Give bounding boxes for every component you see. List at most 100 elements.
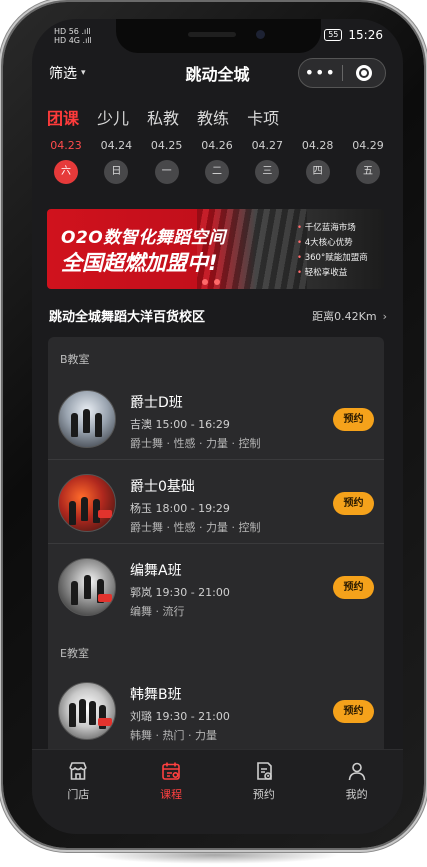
course-tags: 爵士舞 · 性感 · 力量 · 控制	[130, 521, 261, 534]
brand-tag-icon	[98, 594, 112, 602]
store-header[interactable]: 跳动全城舞蹈大洋百货校区 距离0.42Km ›	[49, 306, 387, 326]
course-coach-time: 杨玉 18:00 - 19:29	[130, 502, 230, 515]
dancer-figure	[83, 409, 90, 433]
dancer-figure	[69, 703, 76, 727]
date-label: 04.28	[301, 139, 334, 152]
course-coach-time: 吉澳 15:00 - 16:29	[130, 418, 230, 431]
store-name: 跳动全城舞蹈大洋百货校区	[49, 310, 206, 325]
course-tags: 爵士舞 · 性感 · 力量 · 控制	[130, 437, 261, 450]
signal-line-1: HD 56 .ıll	[54, 27, 91, 36]
tabbar-label: 我的	[345, 788, 368, 801]
course-tags: 韩舞 · 热门 · 力量	[130, 729, 217, 742]
speaker-grille	[188, 32, 236, 37]
dancer-figure	[71, 413, 78, 437]
date-item[interactable]: 04.26 二	[195, 139, 239, 184]
store-distance: 距离0.42Km ›	[312, 308, 387, 324]
chevron-right-icon: ›	[382, 309, 387, 323]
tabbar-label: 课程	[160, 788, 183, 801]
date-label: 04.27	[251, 139, 284, 152]
dancer-figure	[69, 501, 76, 525]
navbar: 筛选 ▾ 跳动全城 •••	[32, 55, 403, 89]
mini-program-capsule: •••	[298, 58, 386, 88]
course-thumbnail	[58, 682, 116, 740]
date-label: 04.23	[50, 139, 82, 152]
franchise-banner[interactable]: O2O数智化舞蹈空间 全国超燃加盟中! 千亿蓝海市场 4大核心优势 360°赋能…	[47, 209, 384, 289]
status-signal: HD 56 .ıll HD 4G .ıll	[54, 27, 92, 45]
dancer-figure	[95, 413, 102, 437]
tab-group-class[interactable]: 团课	[47, 105, 79, 129]
brand-tag-icon	[98, 718, 112, 726]
course-thumbnail	[58, 474, 116, 532]
course-thumbnail	[58, 390, 116, 448]
phone-shadow	[90, 846, 340, 864]
status-right: 55 15:26	[324, 28, 383, 42]
banner-indicator	[214, 279, 220, 285]
banner-bullet: 轻松享收益	[297, 266, 368, 281]
tab-private[interactable]: 私教	[147, 105, 179, 129]
tab-kids[interactable]: 少儿	[97, 105, 129, 129]
date-item[interactable]: 04.28 四	[296, 139, 340, 184]
target-icon	[355, 65, 372, 81]
divider	[48, 459, 384, 460]
date-label: 04.26	[201, 139, 233, 152]
app-screen: HD 56 .ıll HD 4G .ıll 55 15:26 筛选 ▾ 跳动全城…	[32, 19, 403, 834]
banner-subheadline: 全国超燃加盟中!	[61, 251, 218, 275]
course-card[interactable]: 爵士D班 吉澳 15:00 - 16:29 爵士舞 · 性感 · 力量 · 控制…	[48, 378, 384, 460]
banner-indicator	[202, 279, 208, 285]
course-card[interactable]: 编舞A班 郭岚 19:30 - 21:00 编舞 · 流行 预约	[48, 546, 384, 628]
course-card[interactable]: 韩舞B班 刘璐 19:30 - 21:00 韩舞 · 热门 · 力量 预约	[48, 670, 384, 752]
banner-headline: O2O数智化舞蹈空间	[61, 228, 226, 248]
calendar-icon	[160, 760, 182, 782]
date-item[interactable]: 04.23 六	[44, 139, 88, 184]
dancer-figure	[71, 581, 78, 605]
tab-coach[interactable]: 教练	[197, 105, 229, 129]
store-icon	[67, 760, 89, 782]
book-button[interactable]: 预约	[333, 700, 374, 723]
tabbar-item-booking[interactable]: 预约	[218, 750, 311, 834]
banner-bullet: 千亿蓝海市场	[297, 221, 368, 236]
date-selector: 04.23 六 04.24 日 04.25 一 04.26 二 04.27 三 …	[44, 139, 390, 184]
book-button[interactable]: 预约	[333, 408, 374, 431]
book-button[interactable]: 预约	[333, 576, 374, 599]
phone-frame: HD 56 .ıll HD 4G .ıll 55 15:26 筛选 ▾ 跳动全城…	[3, 2, 424, 848]
tabbar-label: 预约	[252, 788, 275, 801]
dancer-figure	[84, 575, 91, 599]
date-label: 04.25	[150, 139, 183, 152]
clock: 15:26	[348, 28, 383, 42]
tabbar-item-courses[interactable]: 课程	[125, 750, 218, 834]
distance-label: 距离0.42Km	[312, 309, 377, 323]
date-label: 04.29	[352, 139, 384, 152]
date-item[interactable]: 04.25 一	[145, 139, 189, 184]
weekday-badge: 四	[305, 160, 330, 184]
course-card[interactable]: 爵士0基础 杨玉 18:00 - 19:29 爵士舞 · 性感 · 力量 · 控…	[48, 462, 384, 544]
dancer-figure	[89, 701, 96, 725]
divider	[48, 543, 384, 544]
book-button[interactable]: 预约	[333, 492, 374, 515]
date-item[interactable]: 04.27 三	[245, 139, 289, 184]
tabbar-item-store[interactable]: 门店	[32, 750, 125, 834]
banner-bullets: 千亿蓝海市场 4大核心优势 360°赋能加盟商 轻松享收益	[297, 221, 368, 281]
front-camera	[256, 30, 265, 39]
date-label: 04.24	[100, 139, 133, 152]
tab-cards[interactable]: 卡项	[247, 105, 279, 129]
date-item[interactable]: 04.24 日	[94, 139, 138, 184]
banner-bullet: 360°赋能加盟商	[297, 251, 368, 266]
more-button[interactable]: •••	[299, 59, 342, 87]
date-item[interactable]: 04.29 五	[346, 139, 390, 184]
course-coach-time: 刘璐 19:30 - 21:00	[130, 710, 230, 723]
course-thumbnail	[58, 558, 116, 616]
profile-icon	[346, 760, 368, 782]
course-title: 爵士0基础	[130, 479, 195, 495]
weekday-badge: 五	[355, 160, 380, 184]
dancer-figure	[79, 699, 86, 723]
booking-icon	[253, 760, 275, 782]
battery-icon: 55	[324, 29, 343, 41]
course-coach-time: 郭岚 19:30 - 21:00	[130, 586, 230, 599]
close-button[interactable]	[342, 65, 385, 81]
tabbar-item-profile[interactable]: 我的	[310, 750, 403, 834]
banner-bullet: 4大核心优势	[297, 236, 368, 251]
room-label: B教室	[60, 353, 90, 366]
category-tabs: 团课 少儿 私教 教练 卡项	[47, 105, 279, 129]
course-title: 韩舞B班	[130, 687, 182, 703]
course-list-panel: B教室 爵士D班 吉澳 15:00 - 16:29 爵士舞 · 性感 · 力量 …	[48, 337, 384, 757]
